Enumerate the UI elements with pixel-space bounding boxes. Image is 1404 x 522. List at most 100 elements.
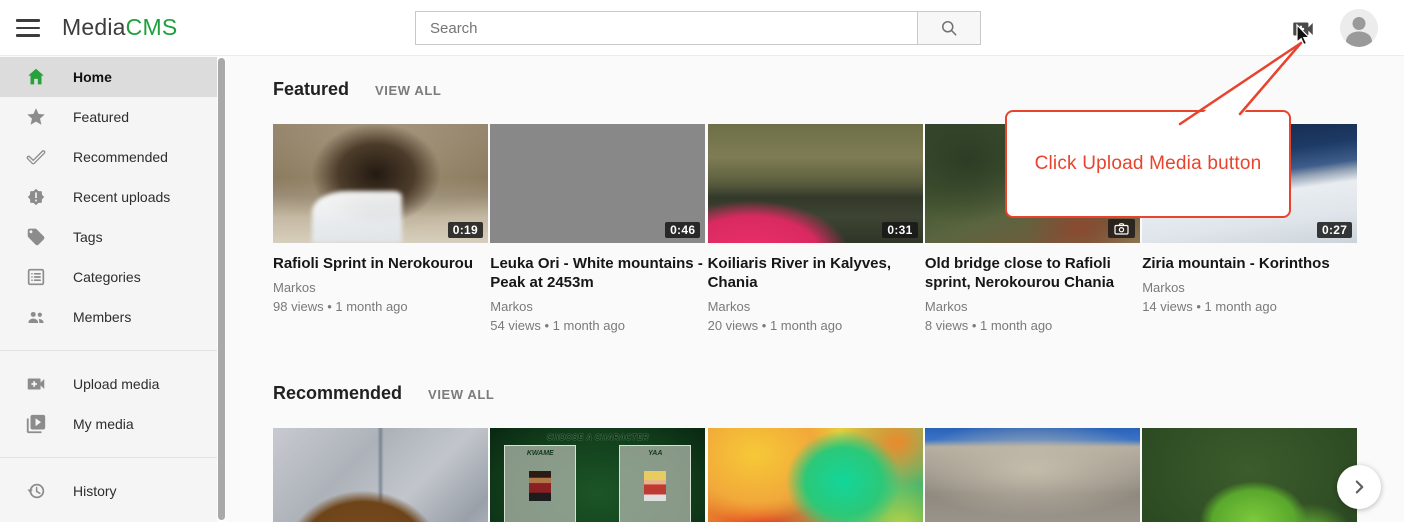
media-title[interactable]: Leuka Ori - White mountains - Peak at 24… <box>490 254 705 292</box>
section-title-recommended: Recommended <box>273 383 402 404</box>
media-thumbnail[interactable] <box>925 428 1140 522</box>
media-card[interactable] <box>708 428 923 522</box>
sidebar-item-my-media[interactable]: My media <box>0 404 217 444</box>
sidebar-scrollbar-track <box>217 57 226 522</box>
upload-media-button[interactable] <box>1288 15 1318 43</box>
media-author[interactable]: Markos <box>925 299 1140 314</box>
media-card[interactable]: 0:31 Koiliaris River in Kalyves, Chania … <box>708 124 923 364</box>
media-author[interactable]: Markos <box>490 299 705 314</box>
media-thumbnail[interactable]: 0:19 <box>273 124 488 243</box>
sidebar-item-members[interactable]: Members <box>0 297 217 337</box>
media-thumbnail[interactable] <box>708 428 923 522</box>
checkmark-icon <box>25 146 47 168</box>
duration-badge: 0:19 <box>448 222 483 238</box>
sidebar-item-label: My media <box>73 416 134 432</box>
search-input[interactable] <box>416 12 917 44</box>
sidebar-item-history[interactable]: History <box>0 471 217 511</box>
upload-media-icon <box>25 373 47 395</box>
logo-prefix: Media <box>62 14 126 40</box>
logo-suffix: CMS <box>126 14 178 40</box>
my-media-icon <box>25 413 47 435</box>
media-title[interactable]: Koiliaris River in Kalyves, Chania <box>708 254 923 292</box>
upload-media-icon <box>1290 16 1316 42</box>
members-icon <box>25 306 47 328</box>
media-author[interactable]: Markos <box>708 299 923 314</box>
sidebar-scrollbar-thumb[interactable] <box>218 58 225 520</box>
star-icon <box>25 106 47 128</box>
sidebar-item-home[interactable]: Home <box>0 57 217 97</box>
person-icon <box>1340 9 1378 47</box>
media-author[interactable]: Markos <box>273 280 488 295</box>
mediacms-home-page: MediaCMS <box>0 0 1404 522</box>
tutorial-callout-text: Click Upload Media button <box>1035 153 1262 175</box>
app-logo[interactable]: MediaCMS <box>62 14 177 41</box>
sidebar-item-categories[interactable]: Categories <box>0 257 217 297</box>
sidebar-item-label: Recommended <box>73 149 168 165</box>
media-card[interactable]: CHOOSE A CHARACTER KWAME Selected YAA Se… <box>490 428 705 522</box>
camera-icon <box>1114 223 1129 235</box>
game-character-name: YAA <box>620 450 690 457</box>
sidebar-item-label: Categories <box>73 269 141 285</box>
sidebar-item-label: Recent uploads <box>73 189 170 205</box>
sidebar-item-upload-media[interactable]: Upload media <box>0 364 217 404</box>
media-title[interactable]: Rafioli Sprint in Nerokourou <box>273 254 488 273</box>
sidebar-item-featured[interactable]: Featured <box>0 97 217 137</box>
search-bar <box>415 11 981 45</box>
media-title[interactable]: Ziria mountain - Korinthos <box>1142 254 1357 273</box>
media-meta: 54 views • 1 month ago <box>490 318 705 333</box>
media-title[interactable]: Old bridge close to Rafioli sprint, Nero… <box>925 254 1140 292</box>
game-character-sprite <box>529 471 551 501</box>
media-card[interactable] <box>925 428 1140 522</box>
search-button[interactable] <box>917 12 980 44</box>
tutorial-callout: Click Upload Media button <box>1005 110 1291 218</box>
carousel-next-button[interactable] <box>1337 465 1381 509</box>
media-thumbnail[interactable]: 0:31 <box>708 124 923 243</box>
topbar: MediaCMS <box>0 0 1404 56</box>
sidebar-item-label: Upload media <box>73 376 159 392</box>
user-avatar[interactable] <box>1340 9 1378 47</box>
media-thumbnail[interactable]: CHOOSE A CHARACTER KWAME Selected YAA Se… <box>490 428 705 522</box>
game-screen-title: CHOOSE A CHARACTER <box>490 433 705 442</box>
sidebar-divider <box>0 457 217 458</box>
hamburger-menu-icon[interactable] <box>14 15 42 41</box>
media-meta: 8 views • 1 month ago <box>925 318 1140 333</box>
new-releases-icon <box>25 186 47 208</box>
game-character-name: KWAME <box>505 450 575 457</box>
media-thumbnail[interactable] <box>1142 428 1357 522</box>
sidebar-item-label: Home <box>73 69 112 85</box>
duration-badge: 0:46 <box>665 222 700 238</box>
media-meta: 20 views • 1 month ago <box>708 318 923 333</box>
recommended-section: Recommended VIEW ALL CHOOSE A CHARACTER … <box>273 383 1404 522</box>
section-title-featured: Featured <box>273 79 349 100</box>
tag-icon <box>25 226 47 248</box>
chevron-right-icon <box>1346 474 1372 500</box>
sidebar-item-label: Members <box>73 309 131 325</box>
sidebar-item-label: History <box>73 483 117 499</box>
history-icon <box>25 480 47 502</box>
featured-view-all-link[interactable]: VIEW ALL <box>375 83 441 98</box>
categories-icon <box>25 266 47 288</box>
media-meta: 14 views • 1 month ago <box>1142 299 1357 314</box>
sidebar: Home Featured Recommended <box>0 57 217 522</box>
sidebar-item-tags[interactable]: Tags <box>0 217 217 257</box>
game-character-sprite <box>644 471 666 501</box>
sidebar-divider <box>0 350 217 351</box>
home-icon <box>25 66 47 88</box>
media-thumbnail[interactable] <box>273 428 488 522</box>
sidebar-item-label: Featured <box>73 109 129 125</box>
media-card[interactable] <box>273 428 488 522</box>
duration-badge: 0:27 <box>1317 222 1352 238</box>
sidebar-item-label: Tags <box>73 229 103 245</box>
media-thumbnail[interactable]: 0:46 <box>490 124 705 243</box>
media-author[interactable]: Markos <box>1142 280 1357 295</box>
media-card[interactable] <box>1142 428 1357 522</box>
media-card[interactable]: 0:19 Rafioli Sprint in Nerokourou Markos… <box>273 124 488 364</box>
sidebar-item-recent-uploads[interactable]: Recent uploads <box>0 177 217 217</box>
duration-badge: 0:31 <box>882 222 917 238</box>
recommended-view-all-link[interactable]: VIEW ALL <box>428 387 494 402</box>
game-character-panel: YAA Select <box>619 445 691 522</box>
image-media-badge <box>1108 219 1135 238</box>
search-icon <box>939 18 959 38</box>
media-card[interactable]: 0:46 Leuka Ori - White mountains - Peak … <box>490 124 705 364</box>
sidebar-item-recommended[interactable]: Recommended <box>0 137 217 177</box>
